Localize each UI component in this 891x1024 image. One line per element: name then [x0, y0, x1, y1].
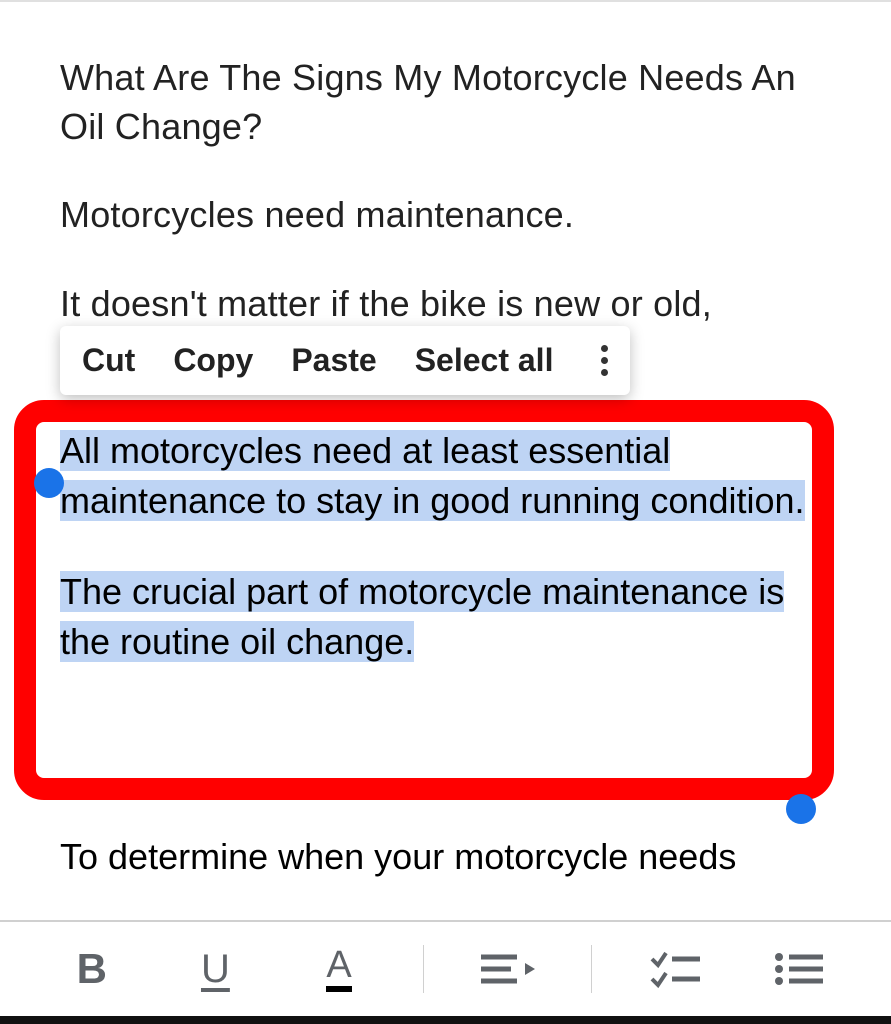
select-all-menu-item[interactable]: Select all: [415, 342, 554, 379]
text-color-icon: A: [326, 946, 351, 992]
paragraph-2-partial[interactable]: It doesn't matter if the bike is new or …: [60, 280, 831, 329]
bold-button[interactable]: B: [52, 939, 132, 999]
checklist-button[interactable]: [636, 939, 716, 999]
cut-menu-item[interactable]: Cut: [82, 342, 135, 379]
bottom-edge: [0, 1016, 891, 1024]
underline-button[interactable]: U: [175, 939, 255, 999]
bold-icon: B: [77, 945, 107, 993]
paragraph-after-selection[interactable]: To determine when your motorcycle needs: [60, 832, 820, 882]
text-color-button[interactable]: A: [299, 939, 379, 999]
selected-paragraph-2[interactable]: The crucial part of motorcycle maintenan…: [60, 571, 784, 662]
bulleted-list-icon: [773, 949, 825, 989]
align-button[interactable]: [467, 939, 547, 999]
paragraph-1[interactable]: Motorcycles need maintenance.: [60, 191, 831, 240]
underline-icon: U: [201, 947, 230, 992]
document-editor-page: What Are The Signs My Motorcycle Needs A…: [0, 0, 891, 1024]
paste-menu-item[interactable]: Paste: [291, 342, 376, 379]
text-context-menu: Cut Copy Paste Select all: [60, 326, 630, 395]
bulleted-list-button[interactable]: [759, 939, 839, 999]
toolbar-separator: [591, 945, 592, 993]
checklist-icon: [650, 949, 702, 989]
selection-end-handle[interactable]: [786, 794, 816, 824]
document-title[interactable]: What Are The Signs My Motorcycle Needs A…: [60, 54, 831, 151]
selected-paragraph-1[interactable]: All motorcycles need at least essential …: [60, 430, 805, 521]
document-body[interactable]: What Are The Signs My Motorcycle Needs A…: [0, 2, 891, 328]
selection-start-handle[interactable]: [34, 468, 64, 498]
toolbar-separator: [423, 945, 424, 993]
copy-menu-item[interactable]: Copy: [173, 342, 253, 379]
more-options-icon[interactable]: [591, 345, 608, 376]
formatting-toolbar: B U A: [0, 920, 891, 1016]
selected-text-block[interactable]: All motorcycles need at least essential …: [60, 426, 820, 667]
align-icon: [477, 949, 537, 989]
